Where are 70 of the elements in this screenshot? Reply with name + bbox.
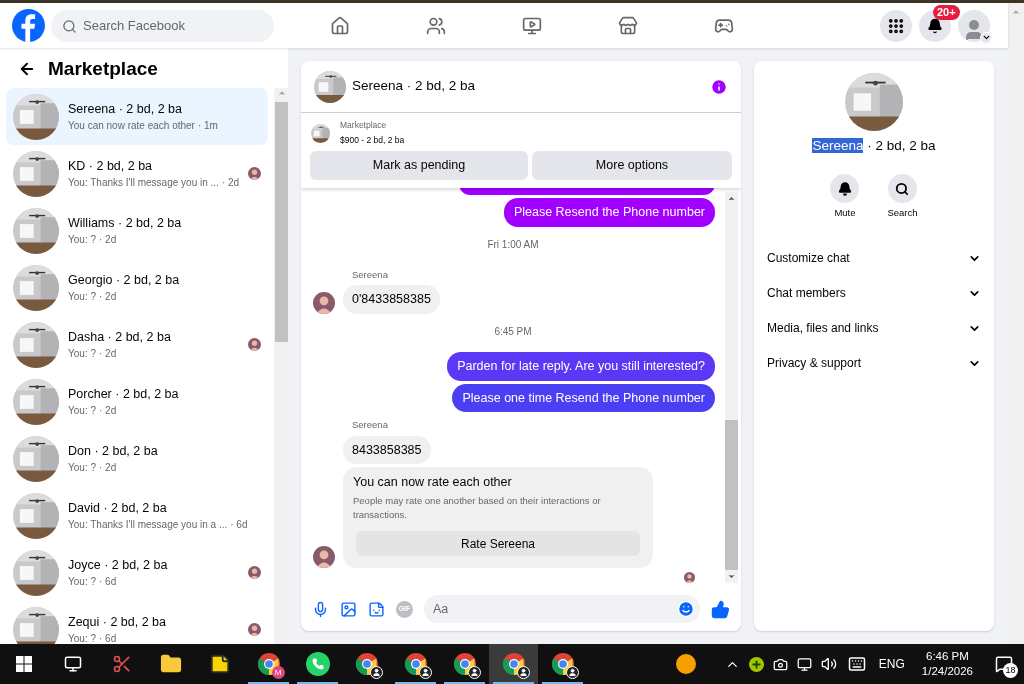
timestamp: Fri 1:00 AM <box>487 237 539 252</box>
conversation-item[interactable]: Georgio · 2 bd, 2 ba You: ? · 2d <box>6 259 269 316</box>
taskbar-app[interactable]: M <box>244 644 293 684</box>
conversation-name: KD · 2 bd, 2 ba <box>68 157 154 175</box>
clock[interactable]: 6:46 PM 1/24/2026 <box>921 649 973 679</box>
card-description: People may rate one another based on their interactions or transactions. <box>353 494 602 522</box>
section-row[interactable]: Chat members <box>767 275 981 311</box>
notification-count: 18 <box>1003 663 1018 678</box>
message-preview: You can now rate each other <box>68 119 195 134</box>
notification-badge: 20+ <box>933 4 960 20</box>
conversation-name: Georgio · 2 bd, 2 ba <box>68 271 181 289</box>
conversation-name: Zequi · 2 bd, 2 ba <box>68 613 167 631</box>
message-bubble: 8433858385 <box>343 435 431 465</box>
message-preview: You: ? <box>68 290 96 305</box>
section-row[interactable]: Customize chat <box>767 240 981 276</box>
message-preview: You: ? <box>68 461 96 476</box>
conversation-item[interactable]: Porcher · 2 bd, 2 ba You: ? · 2d <box>6 373 269 430</box>
rate-button[interactable]: Rate Sereena <box>356 531 640 556</box>
section-row[interactable]: Privacy & support <box>767 345 981 381</box>
message-time: · 1m <box>197 119 218 134</box>
conversation-name: Porcher · 2 bd, 2 ba <box>68 385 180 403</box>
message-bubble: Please one time Resend the Phone number <box>452 383 715 413</box>
card-title: You can now rate each other <box>353 474 513 492</box>
message-preview: You: ? <box>68 575 96 590</box>
search-field[interactable]: Search Facebook <box>51 9 274 42</box>
message-time: · 2d <box>99 290 117 305</box>
message-time: · 2d <box>99 404 117 419</box>
message-time: · 6d <box>99 632 117 644</box>
listing-label: Marketplace <box>340 119 388 132</box>
message-preview: You: ? <box>68 347 96 362</box>
conversation-item[interactable]: Joyce · 2 bd, 2 ba You: ? · 6d <box>6 544 269 601</box>
language-indicator[interactable]: ENG <box>878 655 905 673</box>
action-button[interactable]: More options <box>532 151 732 180</box>
conversation-item[interactable]: David · 2 bd, 2 ba You: Thanks I'll message you in a ... · 6d <box>6 487 269 544</box>
conversation-name: Williams · 2 bd, 2 ba <box>68 214 183 232</box>
conversation-name: Sereena · 2 bd, 2 ba <box>68 100 183 118</box>
message-time: · 6d <box>230 518 248 533</box>
conversation-title: Sereena · 2 bd, 2 ba <box>812 137 936 155</box>
section-row[interactable]: Media, files and links <box>767 310 981 346</box>
action-button[interactable]: Mark as pending <box>310 151 528 180</box>
conversation-name: Joyce · 2 bd, 2 ba <box>68 556 169 574</box>
chat-title: Sereena · 2 bd, 2 ba <box>352 77 476 96</box>
conversation-item[interactable]: KD · 2 bd, 2 ba You: Thanks I'll message you in ... · 2d <box>6 145 269 202</box>
conversation-item[interactable]: Sereena · 2 bd, 2 ba You can now rate each other · 1m <box>6 88 269 145</box>
sender-name: Sereena <box>352 267 389 282</box>
message-time: · 2d <box>99 233 117 248</box>
message-time: · 2d <box>221 176 240 191</box>
message-preview: You: Thanks I'll message you in ... <box>68 176 219 191</box>
conversation-item[interactable]: Williams · 2 bd, 2 ba You: ? · 2d <box>6 202 269 259</box>
conversation-item[interactable]: Dasha · 2 bd, 2 ba You: ? · 2d <box>6 316 269 373</box>
message-preview: You: ? <box>68 404 96 419</box>
message-time: · 2d <box>99 347 117 362</box>
conversation-name: David · 2 bd, 2 ba <box>68 499 168 517</box>
message-bubble: 0'8433858385 <box>343 285 440 314</box>
message-bubble: Parden for late reply. Are you still interested? <box>447 351 715 381</box>
message-time: · 6d <box>99 575 117 590</box>
notification-center-button[interactable]: 18 <box>990 649 1018 679</box>
message-input[interactable]: Aa <box>424 595 700 623</box>
conversation-item[interactable]: Don · 2 bd, 2 ba You: ? · 2d <box>6 430 269 487</box>
message-preview: You: ? <box>68 233 96 248</box>
sender-name: Sereena <box>352 418 389 433</box>
message-preview: You: Thanks I'll message you in a ... <box>68 518 228 533</box>
sidebar-title: Marketplace <box>48 56 158 81</box>
message-preview: You: ? <box>68 632 96 644</box>
listing-detail: $900 - 2 bd, 2 ba <box>340 134 405 147</box>
message-time: · 2d <box>99 461 117 476</box>
message-bubble: Please Resend the Phone number <box>503 198 715 227</box>
timestamp: 6:45 PM <box>494 324 532 339</box>
conversation-name: Don · 2 bd, 2 ba <box>68 442 159 460</box>
conversation-name: Dasha · 2 bd, 2 ba <box>68 328 172 346</box>
